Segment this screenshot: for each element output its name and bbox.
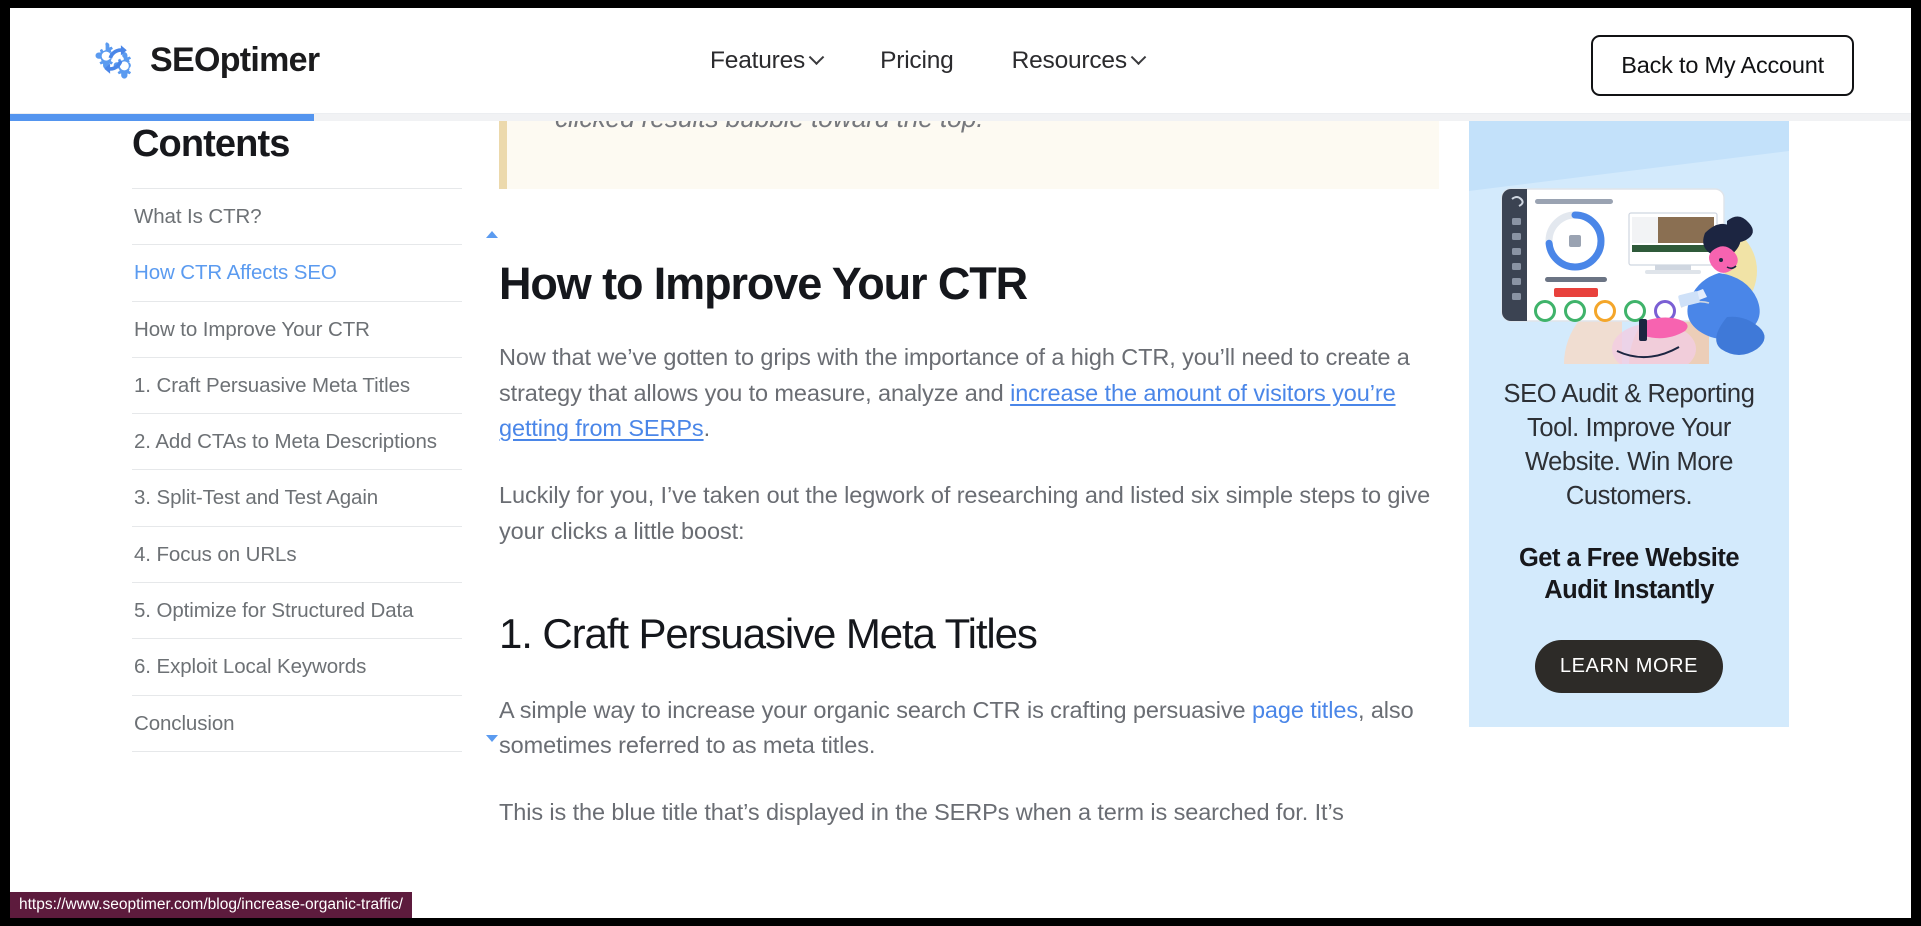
primary-navigation: Features Pricing Resources [710, 8, 1147, 114]
triangle-up-icon[interactable] [486, 231, 498, 238]
toc-list: What Is CTR? How CTR Affects SEO How to … [132, 188, 498, 752]
chevron-down-icon [1130, 48, 1147, 65]
toc-item-add-ctas-to-meta-descriptions[interactable]: 2. Add CTAs to Meta Descriptions [132, 414, 462, 471]
nav-item-pricing[interactable]: Pricing [880, 47, 954, 75]
paragraph-intro-part2: . [703, 415, 711, 442]
toc-item-craft-persuasive-meta-titles[interactable]: 1. Craft Persuasive Meta Titles [132, 358, 462, 415]
toc-item-what-is-ctr[interactable]: What Is CTR? [132, 189, 462, 246]
toc-item-conclusion[interactable]: Conclusion [132, 696, 462, 752]
browser-viewport: SEOptimer Features Pricing Resources Bac… [10, 8, 1911, 918]
site-header: SEOptimer Features Pricing Resources Bac… [10, 8, 1911, 114]
reading-progress-track [10, 114, 1911, 121]
nav-label-pricing: Pricing [880, 47, 954, 74]
chevron-down-icon [808, 48, 825, 65]
status-bar-url: https://www.seoptimer.com/blog/increase-… [10, 892, 412, 918]
toc-item-split-test-and-test-again[interactable]: 3. Split-Test and Test Again [132, 470, 462, 527]
toc-item-how-ctr-affects-seo[interactable]: How CTR Affects SEO [132, 245, 462, 302]
paragraph-meta-titles-part1: A simple way to increase your organic se… [499, 696, 1252, 723]
nav-item-resources[interactable]: Resources [1011, 47, 1147, 75]
site-logo[interactable]: SEOptimer [92, 36, 320, 83]
section-heading-how-to-improve-your-ctr: How to Improve Your CTR [499, 258, 1028, 309]
illustration-svg [1469, 121, 1789, 364]
nav-label-resources: Resources [1011, 47, 1128, 74]
reading-progress-fill [10, 114, 315, 121]
logo-text: SEOptimer [150, 40, 320, 79]
seo-audit-dashboard-illustration [1469, 121, 1789, 364]
toc-item-how-to-improve-your-ctr[interactable]: How to Improve Your CTR [132, 302, 462, 358]
nav-label-features: Features [710, 47, 806, 74]
learn-more-button[interactable]: LEARN MORE [1535, 640, 1723, 694]
table-of-contents: Contents What Is CTR? How CTR Affects SE… [132, 121, 498, 752]
seoptimer-gear-arrows-icon [95, 42, 132, 79]
subsection-heading-craft-persuasive-meta-titles: 1. Craft Persuasive Meta Titles [499, 609, 1038, 657]
toc-title: Contents [132, 123, 290, 165]
blockquote: clicked results bubble toward the top. [499, 121, 1439, 189]
sidebar-ad-rail: SEO Audit & Reporting Tool. Improve Your… [1469, 121, 1789, 728]
paragraph-blue-title: This is the blue title that’s displayed … [499, 799, 1344, 826]
back-to-my-account-button[interactable]: Back to My Account [1591, 35, 1854, 96]
page-body: Contents What Is CTR? How CTR Affects SE… [10, 121, 1911, 918]
paragraph-intro: Now that we’ve gotten to grips with the … [499, 340, 1439, 447]
blockquote-text: clicked results bubble toward the top. [555, 121, 984, 134]
toc-item-optimize-for-structured-data[interactable]: 5. Optimize for Structured Data [132, 583, 462, 640]
ad-headline: Get a Free Website Audit Instantly [1518, 543, 1740, 604]
nav-item-features[interactable]: Features [710, 47, 825, 75]
triangle-down-icon[interactable] [486, 734, 498, 742]
article-content: clicked results bubble toward the top. H… [499, 121, 1439, 862]
seo-audit-ad-card[interactable]: SEO Audit & Reporting Tool. Improve Your… [1469, 121, 1789, 728]
paragraph-meta-titles: A simple way to increase your organic se… [499, 693, 1439, 764]
ad-copy-text: SEO Audit & Reporting Tool. Improve Your… [1503, 380, 1755, 510]
toc-item-focus-on-urls[interactable]: 4. Focus on URLs [132, 527, 462, 583]
toc-item-exploit-local-keywords[interactable]: 6. Exploit Local Keywords [132, 639, 462, 696]
paragraph-six-steps: Luckily for you, I’ve taken out the legw… [499, 482, 1431, 544]
link-page-titles[interactable]: page titles [1252, 697, 1358, 723]
